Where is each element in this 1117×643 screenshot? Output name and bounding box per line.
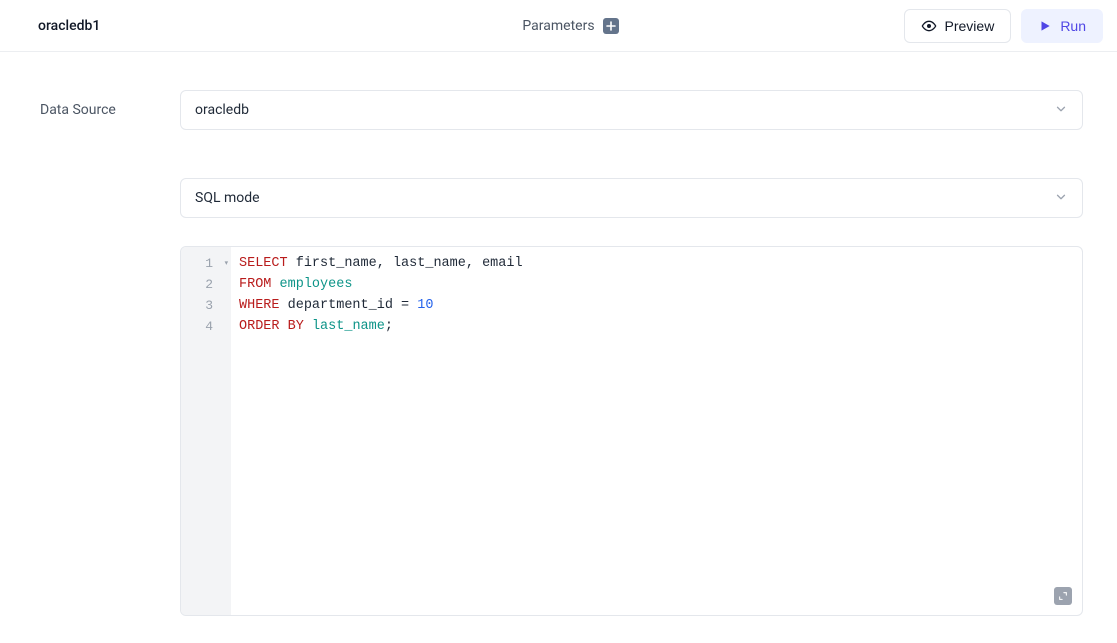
data-source-row: Data Source oracledb <box>40 90 1083 130</box>
chevron-down-icon <box>1054 101 1068 120</box>
gutter-line: 3 <box>181 295 231 316</box>
mode-row: SQL mode <box>40 178 1083 218</box>
preview-button-label: Preview <box>945 18 995 34</box>
code-line: FROM employees <box>239 274 1074 295</box>
data-source-select[interactable]: oracledb <box>180 90 1083 130</box>
editor-gutter: 1▾234 <box>181 247 231 615</box>
mode-select[interactable]: SQL mode <box>180 178 1083 218</box>
data-source-label: Data Source <box>40 102 124 118</box>
expand-icon <box>1058 591 1068 601</box>
data-source-value: oracledb <box>195 102 249 118</box>
fold-marker-icon[interactable]: ▾ <box>224 253 229 274</box>
code-line: SELECT first_name, last_name, email <box>239 253 1074 274</box>
preview-button[interactable]: Preview <box>904 9 1012 43</box>
run-button[interactable]: Run <box>1021 9 1103 43</box>
sql-editor[interactable]: 1▾234 SELECT first_name, last_name, emai… <box>180 246 1083 616</box>
parameters-label: Parameters <box>522 18 594 34</box>
eye-icon <box>921 18 937 34</box>
code-line: WHERE department_id = 10 <box>239 295 1074 316</box>
parameters-group: Parameters <box>522 18 618 34</box>
plus-icon <box>606 21 616 31</box>
play-icon <box>1038 19 1052 33</box>
top-bar: oracledb1 Parameters Preview Run <box>0 0 1117 52</box>
editor-code[interactable]: SELECT first_name, last_name, emailFROM … <box>231 247 1082 615</box>
gutter-line: 1▾ <box>181 253 231 274</box>
add-parameter-button[interactable] <box>603 18 619 34</box>
mode-value: SQL mode <box>195 190 260 206</box>
run-button-label: Run <box>1060 18 1086 34</box>
code-line: ORDER BY last_name; <box>239 316 1074 337</box>
form-body: Data Source oracledb SQL mode 1▾234 SELE… <box>0 52 1117 636</box>
expand-editor-button[interactable] <box>1054 587 1072 605</box>
action-buttons: Preview Run <box>904 9 1103 43</box>
gutter-line: 4 <box>181 316 231 337</box>
query-title: oracledb1 <box>38 18 522 34</box>
gutter-line: 2 <box>181 274 231 295</box>
chevron-down-icon <box>1054 189 1068 208</box>
